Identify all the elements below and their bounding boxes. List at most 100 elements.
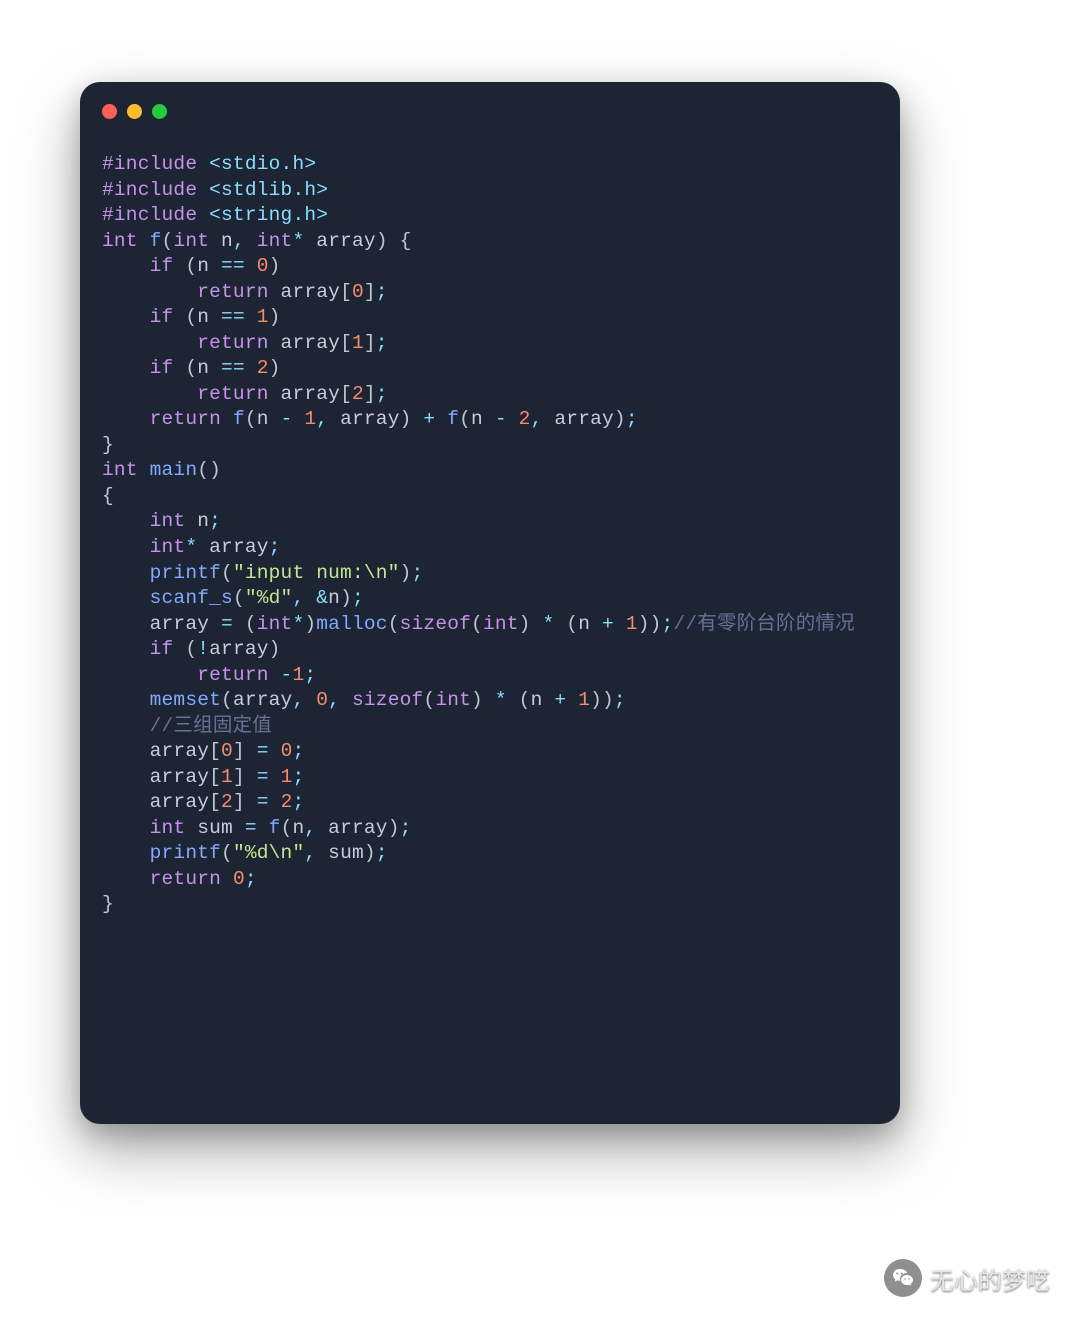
- code-token: 1: [626, 613, 638, 635]
- code-token: [614, 613, 626, 635]
- code-token: main: [150, 459, 198, 481]
- code-token: ;: [376, 383, 388, 405]
- code-token: n: [328, 587, 340, 609]
- code-token: [292, 408, 304, 430]
- code-token: array: [102, 740, 209, 762]
- code-token: ;: [292, 766, 304, 788]
- close-icon: [102, 104, 117, 119]
- code-token: <stdio.h>: [209, 153, 316, 175]
- code-token: *: [292, 613, 304, 635]
- code-token: ]: [364, 281, 376, 303]
- code-token: array: [304, 230, 375, 252]
- code-token: -: [281, 664, 293, 686]
- code-token: )): [638, 613, 662, 635]
- code-token: ;: [376, 332, 388, 354]
- code-token: ): [269, 357, 281, 379]
- code-token: ;: [292, 740, 304, 762]
- code-token: n: [197, 255, 221, 277]
- code-token: ): [376, 230, 388, 252]
- code-token: sizeof: [352, 689, 423, 711]
- code-token: ;: [376, 842, 388, 864]
- code-token: sum: [185, 817, 245, 839]
- code-token: n: [257, 408, 281, 430]
- code-token: if: [150, 357, 174, 379]
- code-token: [245, 357, 257, 379]
- code-token: array: [316, 817, 387, 839]
- code-token: ): [388, 817, 400, 839]
- code-token: #include: [102, 179, 209, 201]
- code-token: ;: [352, 587, 364, 609]
- code-token: [102, 638, 150, 660]
- code-token: 1: [292, 664, 304, 686]
- code-token: (: [185, 638, 197, 660]
- code-token: +: [554, 689, 566, 711]
- code-token: [269, 664, 281, 686]
- code-token: int: [150, 536, 186, 558]
- code-token: )): [590, 689, 614, 711]
- window-traffic-lights: [102, 104, 167, 119]
- code-token: printf: [150, 842, 221, 864]
- code-token: ;: [292, 791, 304, 813]
- code-token: ;: [304, 664, 316, 686]
- code-token: [102, 689, 150, 711]
- code-token: return: [197, 281, 268, 303]
- code-token: 0: [233, 868, 245, 890]
- code-token: array: [102, 766, 209, 788]
- code-token: (: [388, 613, 400, 635]
- code-token: (: [245, 408, 257, 430]
- code-token: =: [245, 817, 257, 839]
- code-token: [102, 281, 197, 303]
- code-token: =: [257, 791, 269, 813]
- code-token: [245, 306, 257, 328]
- code-token: array: [328, 408, 399, 430]
- code-token: #include: [102, 204, 209, 226]
- code-token: (: [185, 357, 197, 379]
- code-token: array: [269, 332, 340, 354]
- code-token: [221, 408, 233, 430]
- code-token: (: [423, 689, 435, 711]
- code-token: 1: [221, 766, 233, 788]
- code-token: ): [269, 638, 281, 660]
- code-token: [566, 689, 578, 711]
- code-token: [245, 230, 257, 252]
- code-token: #include: [102, 153, 209, 175]
- code-token: [102, 383, 197, 405]
- code-token: return: [150, 408, 221, 430]
- code-token: if: [150, 255, 174, 277]
- code-token: n: [531, 689, 555, 711]
- code-token: return: [197, 664, 268, 686]
- code-token: ;: [245, 868, 257, 890]
- code-token: [245, 791, 257, 813]
- code-token: array: [102, 791, 209, 813]
- code-token: array: [542, 408, 613, 430]
- code-token: <stdlib.h>: [209, 179, 328, 201]
- code-token: [245, 740, 257, 762]
- code-token: (: [233, 587, 245, 609]
- code-token: f: [269, 817, 281, 839]
- code-token: ,: [316, 408, 328, 430]
- code-token: [412, 408, 424, 430]
- wechat-icon: [884, 1259, 922, 1297]
- code-token: [388, 230, 400, 252]
- code-token: int: [150, 510, 186, 532]
- code-token: [233, 613, 245, 635]
- code-token: [: [209, 791, 221, 813]
- code-token: ==: [221, 357, 245, 379]
- code-token: 0: [257, 255, 269, 277]
- code-token: [173, 255, 185, 277]
- code-token: ): [400, 562, 412, 584]
- code-token: [102, 587, 150, 609]
- code-token: ,: [304, 842, 316, 864]
- code-token: malloc: [316, 613, 387, 635]
- code-token: (: [566, 613, 578, 635]
- code-token: [221, 868, 233, 890]
- code-token: (: [221, 689, 233, 711]
- code-token: ): [614, 408, 626, 430]
- code-token: {: [400, 230, 412, 252]
- code-token: [554, 613, 566, 635]
- code-token: +: [602, 613, 614, 635]
- code-token: n: [209, 230, 233, 252]
- code-token: 2: [281, 791, 293, 813]
- code-token: }: [102, 893, 114, 915]
- code-token: 0: [221, 740, 233, 762]
